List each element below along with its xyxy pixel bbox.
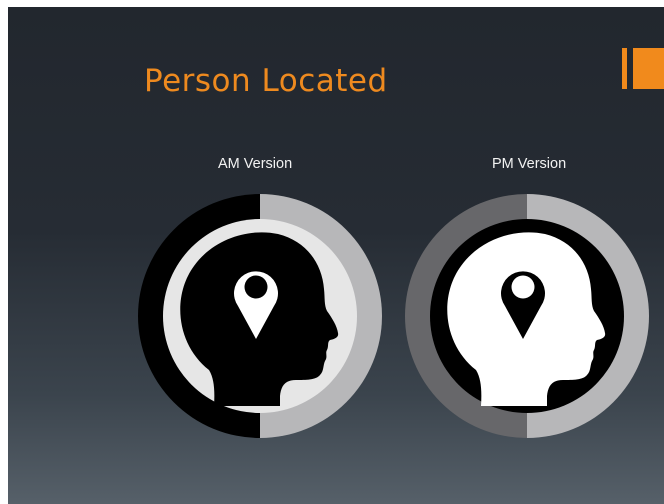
slide-frame: Person Located AM Version PM Version bbox=[0, 0, 664, 504]
slide: Person Located AM Version PM Version bbox=[8, 7, 664, 504]
slide-title: Person Located bbox=[144, 63, 388, 99]
pm-head-location-pin-icon bbox=[405, 194, 649, 438]
accent-bar-thick bbox=[633, 48, 664, 89]
orange-accent-bars bbox=[622, 48, 664, 89]
accent-bar-thin bbox=[622, 48, 627, 89]
pm-pin-hole bbox=[511, 275, 535, 299]
am-pin-hole bbox=[244, 275, 268, 299]
am-version-label: AM Version bbox=[218, 156, 293, 172]
pm-version-label: PM Version bbox=[492, 156, 567, 172]
am-head-location-pin-icon bbox=[138, 194, 382, 438]
